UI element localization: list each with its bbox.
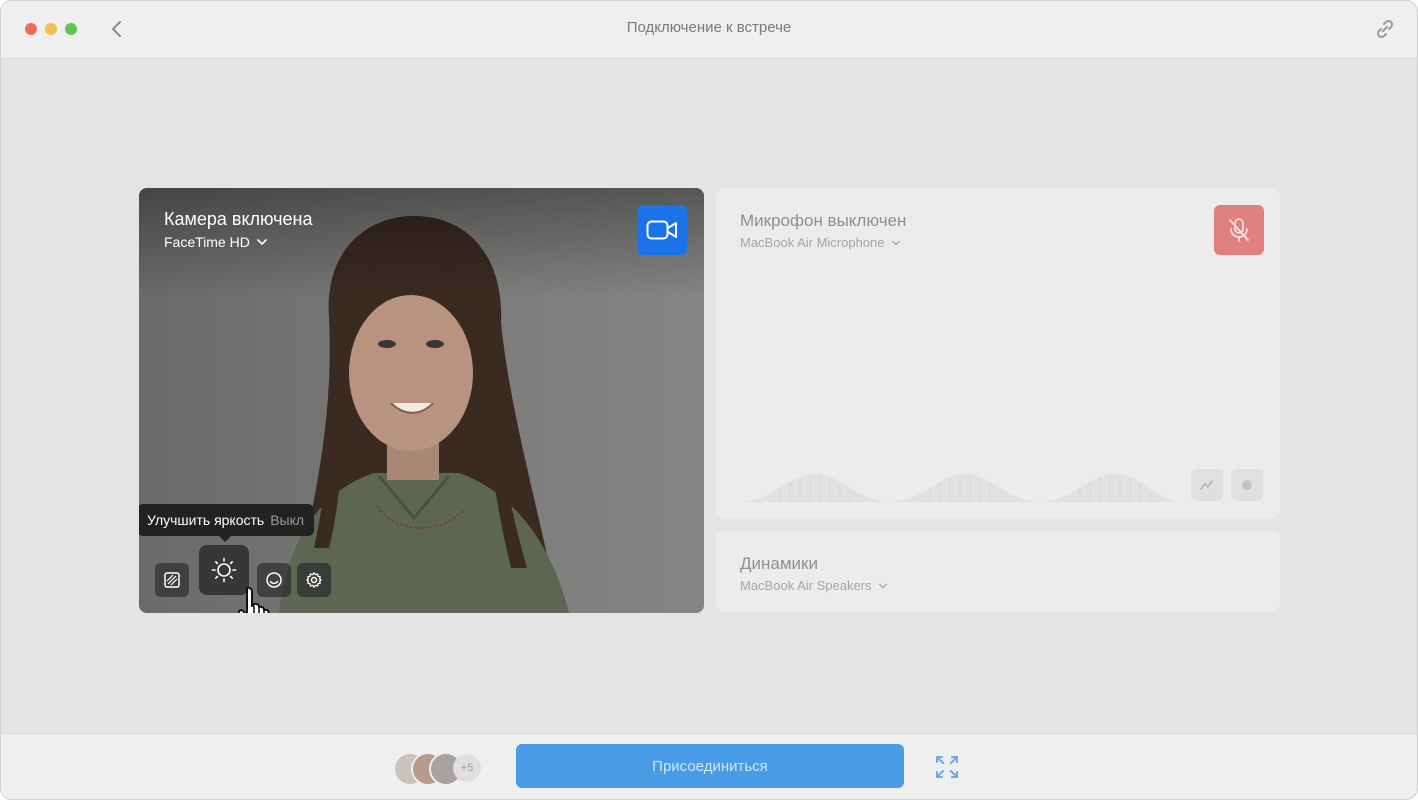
- title-bar: Подключение к встрече: [1, 1, 1417, 57]
- face-effects-button[interactable]: [257, 563, 291, 597]
- participants-avatars[interactable]: +5: [393, 752, 493, 786]
- microphone-card: Микрофон выключен MacBook Air Microphone: [716, 188, 1280, 518]
- chevron-down-icon: [878, 583, 887, 589]
- smile-icon: [266, 572, 282, 588]
- audio-level-waveform: [740, 474, 1180, 502]
- app-window: Подключение к встрече Камера включена Fa…: [0, 0, 1418, 800]
- speakers-device-selector[interactable]: MacBook Air Speakers: [740, 578, 888, 593]
- bottom-bar: +5 Присоединиться: [1, 735, 1417, 799]
- tooltip-state: Выкл: [270, 512, 305, 528]
- tooltip-label: Улучшить яркость: [147, 512, 265, 528]
- fullscreen-button[interactable]: [934, 754, 960, 780]
- speakers-device-label: MacBook Air Speakers: [740, 578, 872, 593]
- mic-effects-icon: [1200, 480, 1213, 490]
- participants-extra-count: +5: [453, 754, 481, 782]
- video-camera-icon: [646, 220, 677, 240]
- background-blur-icon: [164, 572, 180, 588]
- chevron-down-icon: [257, 239, 267, 246]
- tooltip-arrow: [219, 536, 231, 542]
- microphone-device-label: MacBook Air Microphone: [740, 235, 885, 250]
- speakers-card: Динамики MacBook Air Speakers: [716, 531, 1280, 612]
- gear-icon: [306, 572, 322, 588]
- microphone-device-selector[interactable]: MacBook Air Microphone: [740, 235, 901, 250]
- speakers-title: Динамики: [740, 554, 818, 573]
- link-icon: [1376, 19, 1394, 39]
- mic-off-icon: [1229, 218, 1249, 242]
- join-button[interactable]: Присоединиться: [516, 744, 904, 788]
- camera-preview-card: Камера включена FaceTime HD Улучшить ярк…: [139, 188, 704, 613]
- camera-settings-button[interactable]: [297, 563, 331, 597]
- microphone-status-title: Микрофон выключен: [740, 211, 907, 230]
- camera-device-label: FaceTime HD: [164, 234, 250, 250]
- microphone-toggle-button[interactable]: [1214, 205, 1264, 255]
- brightness-tooltip: Улучшить яркость Выкл: [139, 504, 315, 536]
- brightness-button[interactable]: [199, 545, 249, 595]
- copy-link-button[interactable]: [1373, 17, 1397, 41]
- background-effects-button[interactable]: [155, 563, 189, 597]
- camera-toggle-button[interactable]: [637, 205, 687, 255]
- camera-device-selector[interactable]: FaceTime HD: [164, 234, 268, 250]
- chevron-down-icon: [891, 240, 900, 246]
- expand-icon: [936, 756, 958, 778]
- camera-status-title: Камера включена: [164, 209, 313, 229]
- microphone-settings-button[interactable]: [1231, 469, 1263, 501]
- gear-icon: [1242, 480, 1252, 490]
- window-title: Подключение к встрече: [626, 19, 792, 36]
- sun-icon: [211, 557, 237, 583]
- noise-suppression-button[interactable]: [1191, 469, 1223, 501]
